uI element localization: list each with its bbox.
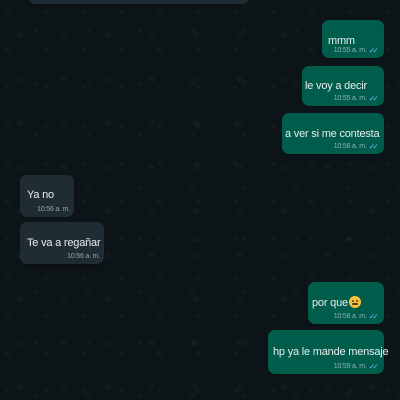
message-meta: 10:56 a. m. (67, 253, 100, 260)
message-text: por que (312, 296, 361, 309)
message-bubble-incoming[interactable]: Te va a regañar 10:56 a. m. (20, 222, 104, 264)
message-bubble-outgoing[interactable]: por que 10:58 a. m. ✓✓ (308, 282, 384, 324)
message-meta: 10:55 a. m. ✓✓ (334, 94, 379, 103)
message-meta: 10:56 a. m. (37, 206, 70, 213)
message-time: 10:55 a. m. (333, 47, 367, 54)
read-ticks-icon: ✓✓ (368, 362, 380, 371)
message-meta: 10:55 a. m. ✓✓ (334, 46, 379, 55)
message-bubble-outgoing[interactable]: mmm 10:55 a. m. ✓✓ (322, 20, 384, 58)
message-meta: 10:58 a. m. ✓✓ (334, 312, 379, 321)
message-text: a ver si me contesta (285, 128, 380, 140)
read-ticks-icon: ✓✓ (368, 142, 380, 151)
message-time: 10:59 a. m. (333, 363, 367, 370)
message-bubble-outgoing[interactable]: a ver si me contesta 10:56 a. m. ✓✓ (282, 113, 384, 154)
message-time: 10:56 a. m. (37, 206, 70, 213)
message-text: hp ya le mande mensaje (273, 346, 389, 358)
message-bubble-outgoing[interactable]: hp ya le mande mensaje 10:59 a. m. ✓✓ (268, 330, 389, 374)
read-ticks-icon: ✓✓ (368, 94, 380, 103)
message-time: 10:55 a. m. (333, 95, 367, 102)
message-text: le voy a decir (305, 80, 368, 92)
read-ticks-icon: ✓✓ (368, 46, 380, 55)
message-meta: 10:59 a. m. ✓✓ (334, 362, 379, 371)
message-text: Ya no (27, 189, 54, 201)
message-text: Te va a regañar (27, 237, 101, 249)
previous-message-edge (28, 0, 250, 4)
grimacing-face-emoji-icon (348, 296, 361, 308)
message-meta: 10:56 a. m. ✓✓ (334, 142, 379, 151)
read-ticks-icon: ✓✓ (368, 312, 380, 321)
message-time: 10:56 a. m. (67, 253, 100, 260)
message-bubble-outgoing[interactable]: le voy a decir 10:55 a. m. ✓✓ (302, 66, 384, 106)
message-text-content: por que (312, 297, 348, 309)
message-time: 10:56 a. m. (333, 143, 367, 150)
message-bubble-incoming[interactable]: Ya no 10:56 a. m. (20, 175, 74, 217)
message-time: 10:58 a. m. (333, 313, 367, 320)
